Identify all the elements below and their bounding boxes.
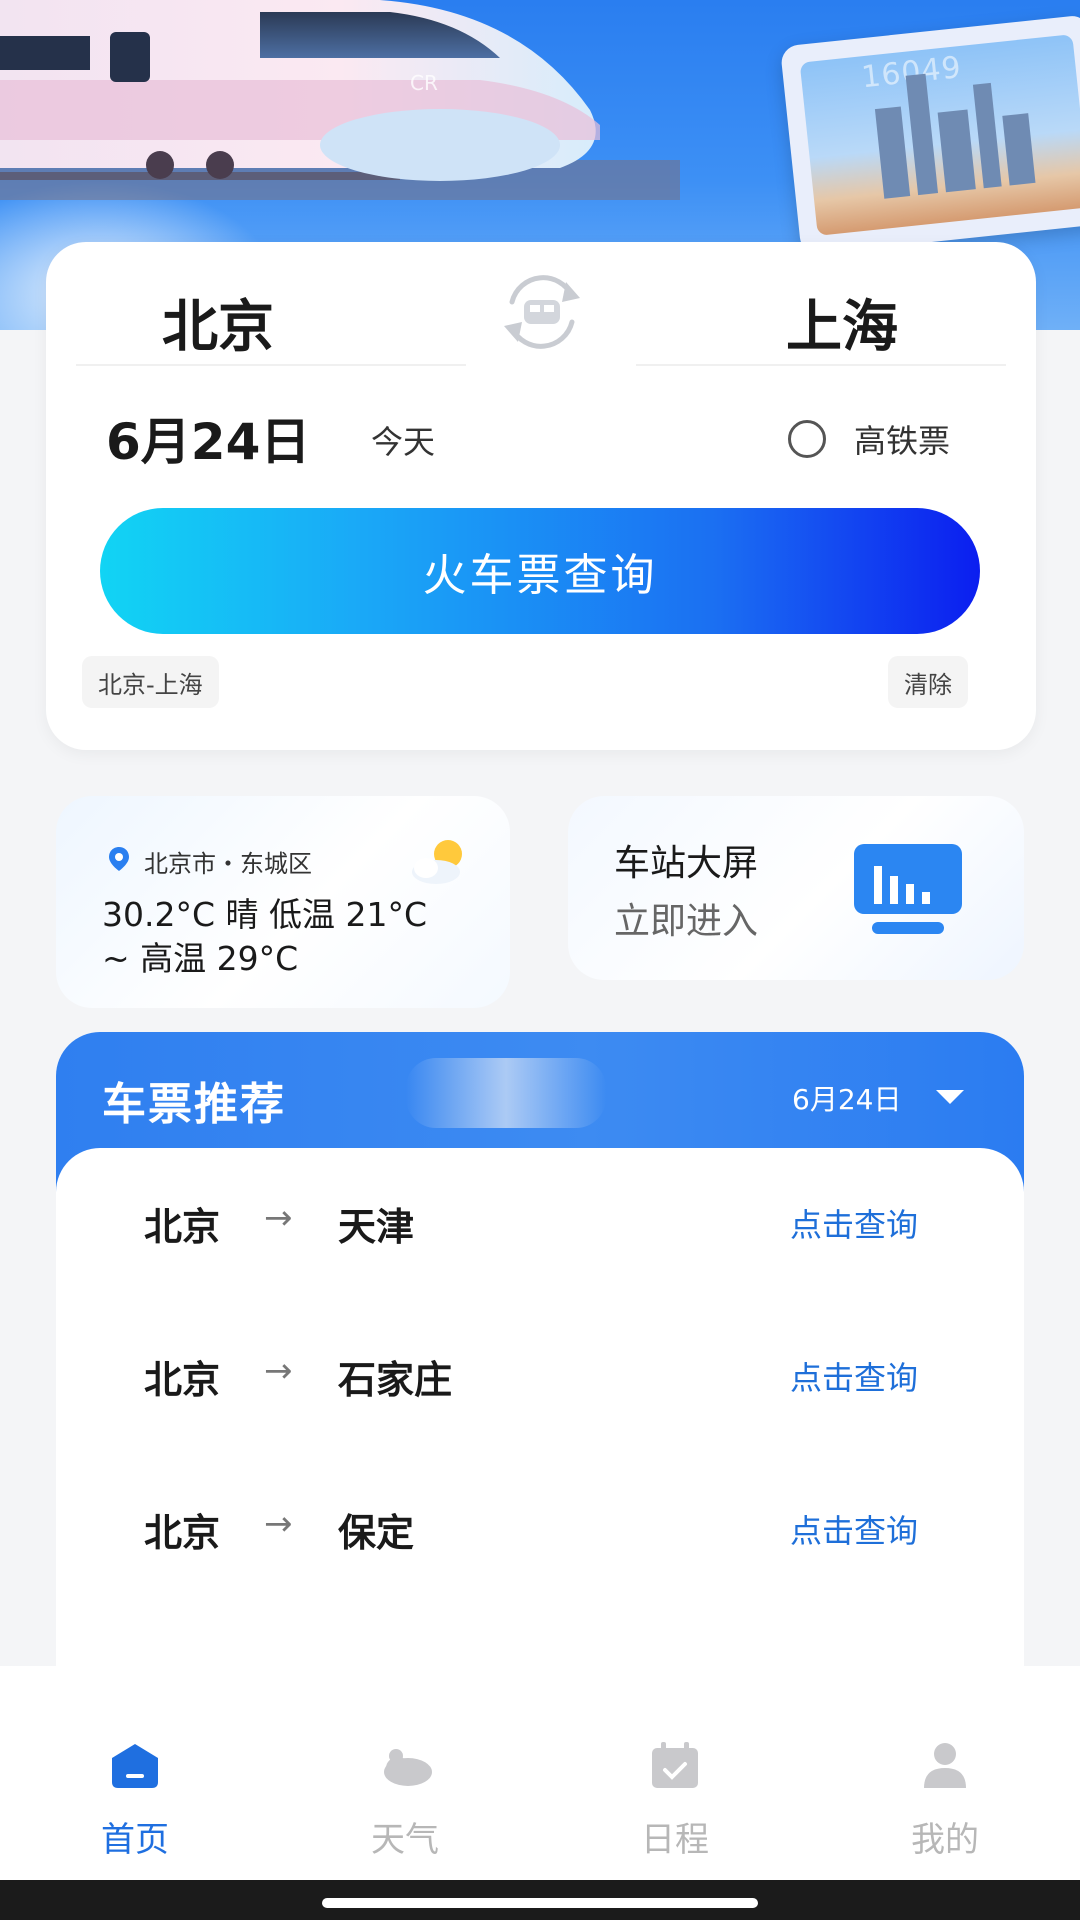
nav-schedule-label: 日程 xyxy=(641,1820,709,1860)
recommend-date-select[interactable]: 6月24日 xyxy=(792,1078,901,1118)
query-link[interactable]: 点击查询 xyxy=(790,1200,918,1246)
query-link[interactable]: 点击查询 xyxy=(790,1353,918,1399)
clear-history-button[interactable]: 清除 xyxy=(888,656,968,708)
departure-date[interactable]: 6月24日 xyxy=(106,402,310,474)
station-screen-enter[interactable]: 立即进入 xyxy=(614,892,758,944)
nav-weather[interactable]: 天气 xyxy=(270,1666,540,1880)
search-tickets-button[interactable]: 火车票查询 xyxy=(100,508,980,634)
chevron-down-icon[interactable] xyxy=(936,1090,964,1104)
profile-icon xyxy=(924,1743,966,1788)
nav-profile-label: 我的 xyxy=(911,1820,979,1860)
date-hint: 今天 xyxy=(371,423,436,461)
high-speed-train-image: CR xyxy=(0,0,680,200)
home-indicator[interactable] xyxy=(322,1898,758,1908)
query-link[interactable]: 点击查询 xyxy=(790,1506,918,1552)
list-item[interactable]: 北京 → 保定 点击查询 xyxy=(56,1462,1024,1582)
nav-schedule[interactable]: 日程 xyxy=(540,1666,810,1880)
arrow-right-icon: → xyxy=(264,1504,293,1544)
weather-icon xyxy=(384,1749,432,1786)
route-from: 北京 xyxy=(144,1205,221,1249)
swap-stations-icon[interactable] xyxy=(494,272,590,352)
station-board-icon xyxy=(854,844,962,934)
divider xyxy=(636,364,1006,366)
recommend-list: 北京 → 天津 点击查询 北京 → 石家庄 点击查询 北京 → 保定 点击查询 xyxy=(56,1148,1024,1668)
route-to: 石家庄 xyxy=(338,1358,453,1402)
city-skyline-image: 16049 xyxy=(799,34,1080,236)
from-city[interactable]: 北京 xyxy=(162,282,274,363)
building xyxy=(874,106,911,199)
nav-home-label: 首页 xyxy=(101,1820,169,1860)
arrow-right-icon: → xyxy=(264,1351,293,1391)
history-chip[interactable]: 北京-上海 xyxy=(82,656,219,708)
building xyxy=(937,109,976,193)
nav-profile[interactable]: 我的 xyxy=(810,1666,1080,1880)
to-city[interactable]: 上海 xyxy=(786,282,898,363)
ticket-search-card: 北京 上海 6月24日 今天 高铁票 火车票查询 北京-上海 清除 xyxy=(46,242,1036,750)
building xyxy=(972,82,1002,189)
svg-text:CR: CR xyxy=(410,71,438,95)
divider xyxy=(76,364,466,366)
high-speed-radio[interactable] xyxy=(788,420,826,458)
nav-weather-label: 天气 xyxy=(371,1820,439,1860)
arrow-right-icon: → xyxy=(264,1198,293,1238)
home-icon xyxy=(112,1744,158,1788)
weather-summary: 30.2°C 晴 低温 21°C xyxy=(102,895,428,934)
station-screen-card[interactable]: 车站大屏 立即进入 xyxy=(568,796,1024,980)
building xyxy=(1002,113,1036,186)
nav-home[interactable]: 首页 xyxy=(0,1666,270,1880)
list-item[interactable]: 北京 → 石家庄 点击查询 xyxy=(56,1309,1024,1429)
location-pin-icon xyxy=(109,847,129,871)
weather-location: 北京市・东城区 xyxy=(144,850,312,878)
station-screen-title: 车站大屏 xyxy=(614,843,759,884)
list-item[interactable]: 北京 → 天津 点击查询 xyxy=(56,1156,1024,1276)
weather-high-temp: ~ 高温 29°C xyxy=(102,939,299,978)
weather-card[interactable]: 北京市・东城区 30.2°C 晴 低温 21°C ~ 高温 29°C xyxy=(56,796,510,1008)
recommend-title: 车票推荐 xyxy=(102,1079,286,1130)
building xyxy=(905,73,939,196)
high-speed-label[interactable]: 高铁票 xyxy=(854,416,950,462)
calendar-icon xyxy=(652,1742,698,1788)
bottom-navigation: 首页 天气 日程 我的 xyxy=(0,1666,1080,1880)
route-from: 北京 xyxy=(144,1358,221,1402)
city-ticket-decoration: 16049 xyxy=(779,14,1080,256)
route-to: 天津 xyxy=(338,1205,415,1249)
train-decoration xyxy=(406,1058,606,1128)
route-from: 北京 xyxy=(144,1511,221,1555)
sunny-cloud-icon xyxy=(412,840,462,884)
route-to: 保定 xyxy=(338,1511,415,1555)
